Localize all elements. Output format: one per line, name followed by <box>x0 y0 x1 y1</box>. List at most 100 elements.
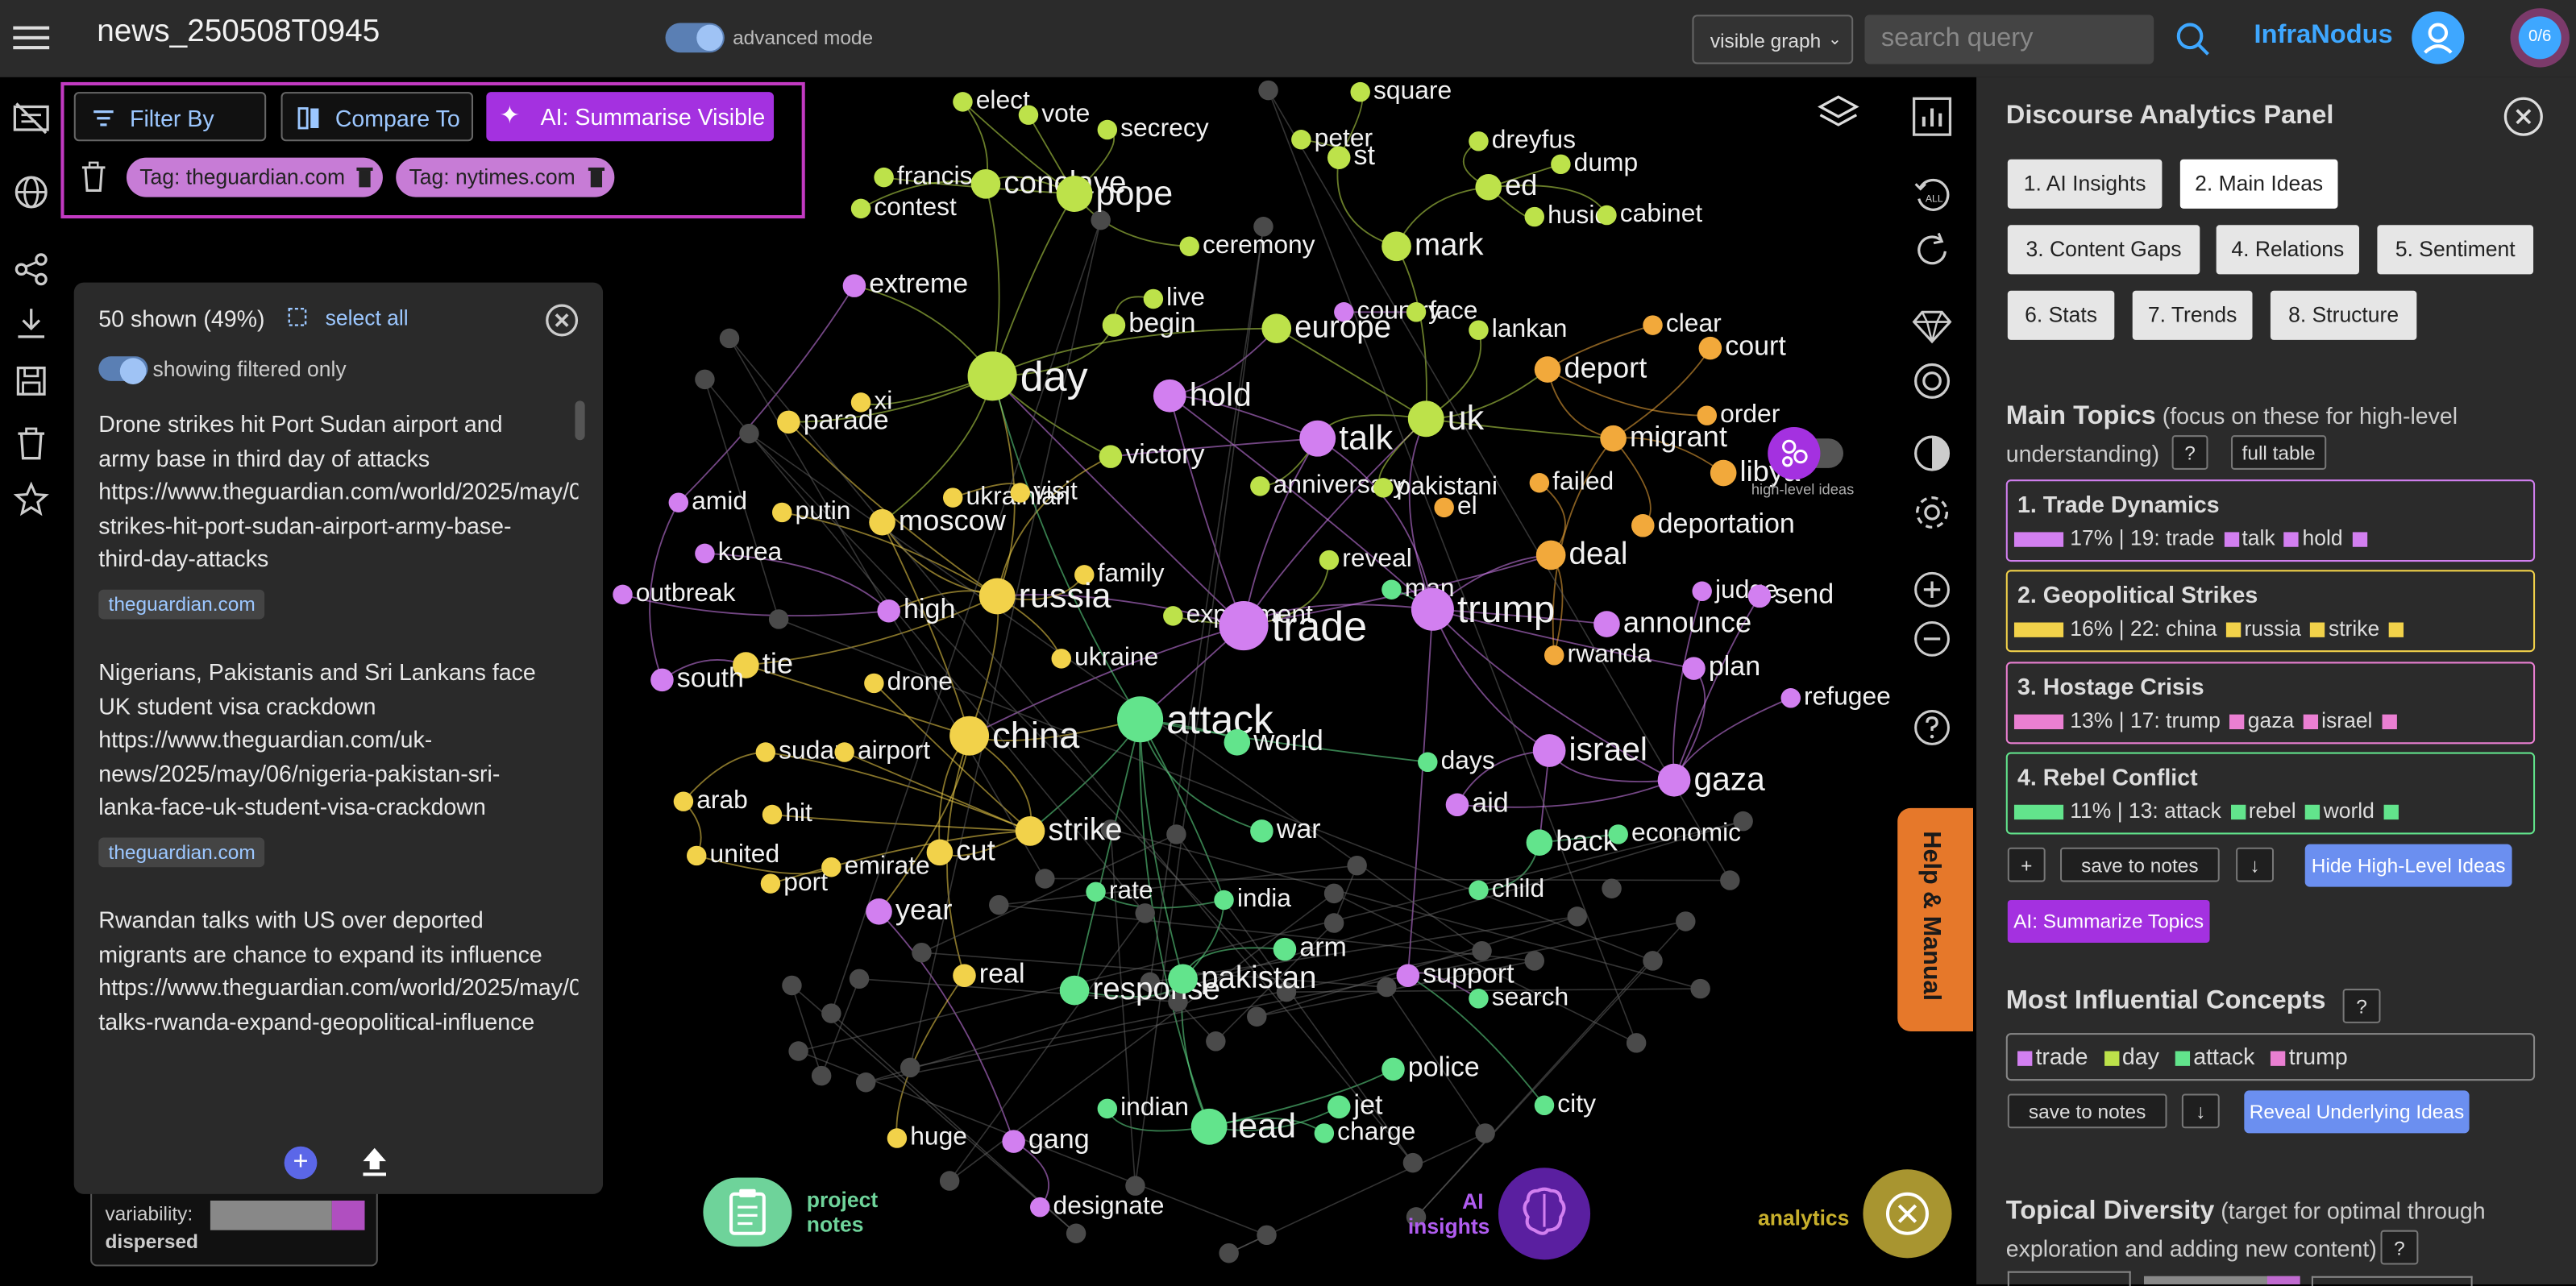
graph-node[interactable] <box>1682 657 1706 680</box>
graph-node[interactable] <box>1143 288 1164 309</box>
graph-node-unlabeled[interactable] <box>1206 1031 1226 1052</box>
graph-node[interactable] <box>1469 320 1489 340</box>
ai-summarise-visible-button[interactable]: ✦ AI: Summarise Visible <box>486 92 775 142</box>
graph-node[interactable] <box>1097 119 1118 140</box>
graph-node[interactable] <box>1780 688 1801 708</box>
graph-node-label[interactable]: airport <box>858 736 930 765</box>
graph-node-label[interactable]: amid <box>692 486 747 515</box>
trash-icon[interactable] <box>10 424 52 467</box>
graph-node[interactable] <box>1314 1123 1335 1143</box>
graph-node-unlabeled[interactable] <box>1377 977 1397 998</box>
list-item[interactable]: Rwandan talks with US over deported migr… <box>98 903 578 1039</box>
graph-node-label[interactable]: rate <box>1109 875 1153 904</box>
tag-chip-nytimes[interactable]: Tag: nytimes.com <box>396 157 615 197</box>
analytics-close-button[interactable] <box>1863 1169 1952 1259</box>
graph-node[interactable] <box>1600 425 1627 452</box>
save-icon[interactable] <box>10 361 52 404</box>
graph-node-label[interactable]: dump <box>1574 147 1639 176</box>
graph-node[interactable] <box>673 791 694 811</box>
graph-node-unlabeled[interactable] <box>1066 1223 1086 1243</box>
list-item[interactable]: Nigerians, Pakistanis and Sri Lankans fa… <box>98 655 578 868</box>
graph-node-unlabeled[interactable] <box>1643 951 1663 971</box>
graph-node[interactable] <box>1475 174 1502 201</box>
graph-node-label[interactable]: putin <box>796 496 851 525</box>
graph-node[interactable] <box>1469 880 1489 900</box>
graph-node[interactable] <box>874 167 894 188</box>
graph-node-unlabeled[interactable] <box>695 369 715 390</box>
graph-node-label[interactable]: city <box>1557 1089 1596 1118</box>
graph-node-unlabeled[interactable] <box>1524 951 1545 971</box>
graph-node[interactable] <box>926 839 954 866</box>
graph-node-label[interactable]: real <box>979 958 1025 989</box>
graph-node-label[interactable]: arab <box>696 785 748 814</box>
graph-node[interactable] <box>1551 154 1571 175</box>
user-account-icon[interactable] <box>2412 11 2465 64</box>
graph-node-label[interactable]: order <box>1720 399 1780 428</box>
graph-node-label[interactable]: year <box>895 893 953 926</box>
graph-node-unlabeled[interactable] <box>1602 878 1622 898</box>
topic-card[interactable]: 3. Hostage Crisis 13% | 17: trump gaza i… <box>2005 662 2536 745</box>
full-table-button[interactable]: full table <box>2231 435 2327 470</box>
graph-node[interactable] <box>1291 130 1311 150</box>
select-all-icon[interactable] <box>288 305 307 329</box>
graph-node[interactable] <box>1319 550 1340 570</box>
ai-summarize-topics-button[interactable]: AI: Summarize Topics <box>2007 899 2210 943</box>
select-all-link[interactable]: select all <box>326 305 409 330</box>
graph-node[interactable] <box>1526 829 1553 856</box>
graph-node-label[interactable]: trade <box>1272 604 1367 650</box>
graph-node[interactable] <box>1381 231 1411 262</box>
graph-node[interactable] <box>772 502 792 523</box>
graph-node[interactable] <box>1698 336 1722 360</box>
graph-node-label[interactable]: day <box>1020 354 1088 400</box>
graph-node-unlabeled[interactable] <box>1257 1225 1277 1246</box>
graph-node[interactable] <box>1350 81 1370 102</box>
hamburger-menu-icon[interactable] <box>13 19 50 56</box>
graph-node-label[interactable]: rwanda <box>1568 638 1652 667</box>
graph-node[interactable] <box>760 873 781 894</box>
topic-card[interactable]: 2. Geopolitical Strikes 16% | 22: china … <box>2005 570 2536 653</box>
document-title[interactable]: news_250508T0945 <box>97 15 380 51</box>
graph-node[interactable] <box>1015 816 1045 846</box>
graph-node[interactable] <box>1059 975 1090 1006</box>
graph-node-label[interactable]: arm <box>1299 932 1347 963</box>
compare-to-button[interactable]: Compare To <box>280 92 474 142</box>
graph-node[interactable] <box>1406 302 1427 322</box>
advanced-mode-toggle[interactable] <box>665 23 725 53</box>
main-topics-help-button[interactable]: ? <box>2171 435 2208 470</box>
graph-node[interactable] <box>1381 579 1402 599</box>
help-manual-tab[interactable]: Help & Manual <box>1897 807 1973 1032</box>
save-topics-to-notes-button[interactable]: save to notes <box>2060 847 2220 882</box>
share-icon[interactable] <box>10 250 52 292</box>
graph-node-unlabeled[interactable] <box>1347 855 1367 876</box>
graph-node-unlabeled[interactable] <box>900 1057 920 1078</box>
graph-node-label[interactable]: strike <box>1048 812 1122 847</box>
graph-node-label[interactable]: failed <box>1552 466 1614 495</box>
graph-node-label[interactable]: st <box>1354 140 1376 171</box>
graph-node-label[interactable]: police <box>1408 1052 1480 1082</box>
graph-node[interactable] <box>850 198 871 219</box>
diamond-icon[interactable] <box>1911 304 1954 346</box>
graph-node-label[interactable]: begin <box>1128 308 1195 338</box>
graph-node-label[interactable]: send <box>1774 579 1834 609</box>
close-panel-icon[interactable] <box>2502 95 2545 138</box>
graph-node-label[interactable]: outbreak <box>636 578 736 607</box>
graph-node[interactable] <box>687 845 707 866</box>
graph-node[interactable] <box>1532 734 1566 767</box>
graph-node[interactable] <box>1373 478 1394 498</box>
graph-node[interactable] <box>1051 649 1071 669</box>
graph-node-label[interactable]: refugee <box>1804 681 1891 710</box>
reveal-underlying-ideas-button[interactable]: Reveal Underlying Ideas <box>2244 1090 2470 1134</box>
graph-node-label[interactable]: pakistan <box>1201 960 1316 995</box>
graph-node-label[interactable]: lead <box>1231 1107 1296 1146</box>
graph-node[interactable] <box>978 578 1016 615</box>
graph-node-label[interactable]: designate <box>1053 1190 1165 1219</box>
graph-node-label[interactable]: indian <box>1120 1092 1189 1121</box>
graph-node-unlabeled[interactable] <box>849 969 870 989</box>
graph-node-label[interactable]: clear <box>1666 309 1722 338</box>
tab-sentiment[interactable]: 5. Sentiment <box>2377 225 2534 275</box>
graph-node-label[interactable]: ukraine <box>1074 642 1158 671</box>
graph-node-unlabeled[interactable] <box>739 423 759 444</box>
graph-node[interactable] <box>1179 236 1199 256</box>
graph-node-label[interactable]: china <box>992 715 1080 756</box>
concept-word[interactable]: trump <box>2289 1043 2348 1069</box>
